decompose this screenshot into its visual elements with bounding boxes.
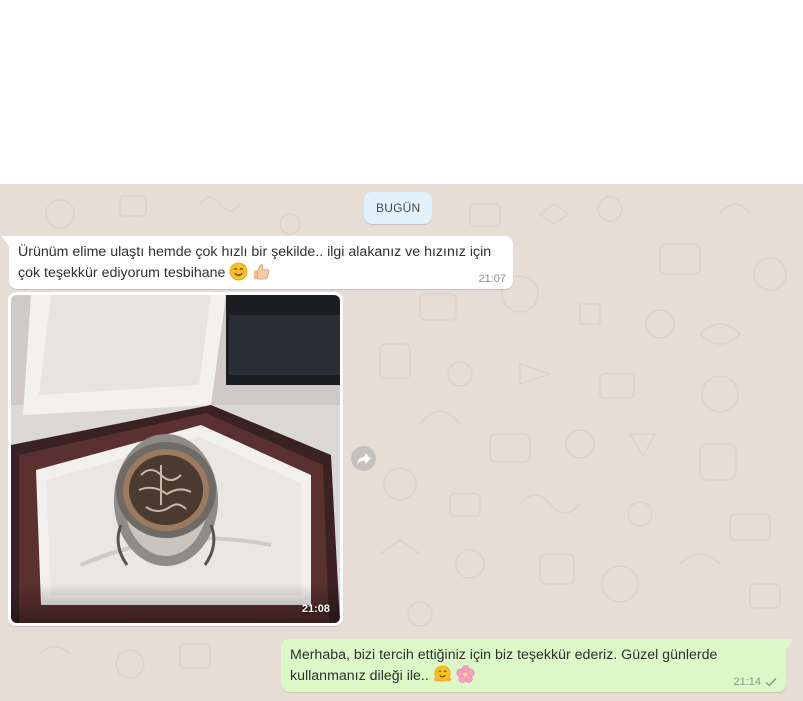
date-chip: BUGÜN xyxy=(364,192,433,224)
single-check-icon xyxy=(765,678,777,687)
image-time-gradient xyxy=(11,583,340,623)
cherry-blossom-icon xyxy=(456,665,475,683)
incoming-image-bubble[interactable]: 21:08 xyxy=(8,292,343,626)
hugging-face-icon xyxy=(433,665,451,682)
message-text-line2: çok teşekkür ediyorum tesbihane xyxy=(18,265,226,281)
image-time: 21:08 xyxy=(301,603,330,615)
forward-button[interactable] xyxy=(351,446,376,471)
message-image[interactable]: 21:08 xyxy=(11,295,340,623)
chat-panel: BUGÜN Ürünüm elime ulaştı hemde çok hızl… xyxy=(0,184,803,701)
thumbs-up-icon xyxy=(254,263,270,280)
forward-icon xyxy=(356,452,371,464)
message-time: 21:07 xyxy=(478,273,506,285)
message-time: 21:14 xyxy=(733,676,761,688)
message-text-line1: Ürünüm elime ulaştı hemde çok hızlı bir … xyxy=(18,244,492,260)
smiling-face-icon xyxy=(229,262,248,281)
message-text-line2: kullanmanız dileği ile.. xyxy=(290,668,429,684)
bubble-tail xyxy=(1,236,9,246)
page: BUGÜN Ürünüm elime ulaştı hemde çok hızl… xyxy=(0,0,803,701)
message-text: Merhaba, bizi tercih ettiğiniz için biz … xyxy=(290,646,780,686)
message-meta: 21:14 xyxy=(733,676,777,688)
message-text-line1: Merhaba, bizi tercih ettiğiniz için biz … xyxy=(290,647,718,663)
message-text: Ürünüm elime ulaştı hemde çok hızlı bir … xyxy=(18,243,508,283)
ring-photo-illustration xyxy=(11,295,340,623)
outgoing-message-bubble[interactable]: Merhaba, bizi tercih ettiğiniz için biz … xyxy=(281,639,794,692)
date-chip-label: BUGÜN xyxy=(376,201,421,215)
incoming-message-bubble[interactable]: Ürünüm elime ulaştı hemde çok hızlı bir … xyxy=(1,236,513,289)
bubble-tail xyxy=(786,639,794,649)
